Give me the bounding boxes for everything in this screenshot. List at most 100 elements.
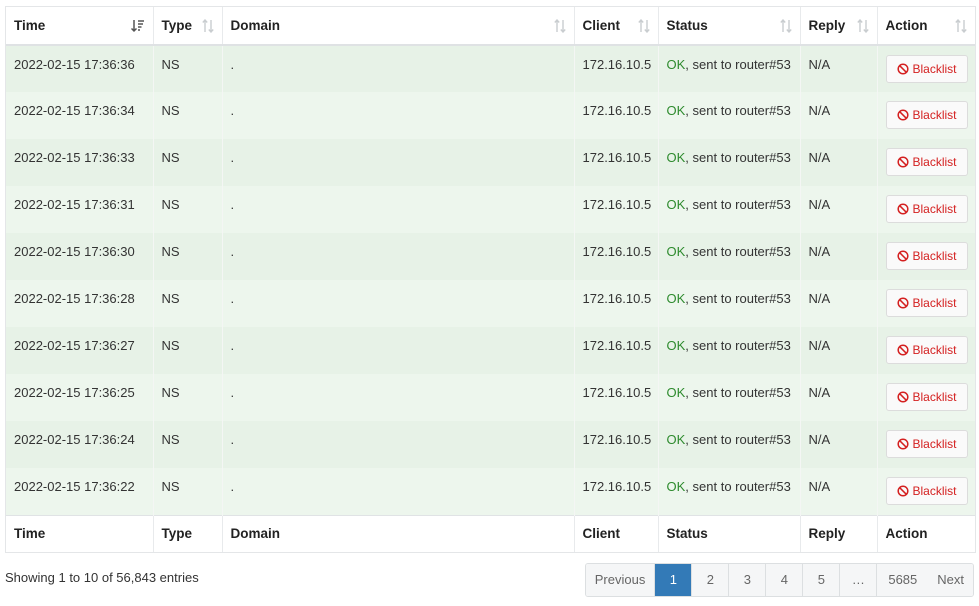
cell-client: 172.16.10.5 — [574, 374, 659, 421]
status-detail: , sent to router#53 — [685, 244, 791, 259]
pagination-page[interactable]: 3 — [729, 564, 767, 596]
blacklist-button[interactable]: Blacklist — [885, 195, 968, 223]
col-header-type[interactable]: Type — [153, 7, 223, 46]
cell-domain: . — [222, 139, 575, 186]
query-log-table: Time Type Domain Client Status Reply Act… — [6, 7, 975, 552]
blacklist-button[interactable]: Blacklist — [885, 242, 968, 270]
ban-icon — [896, 203, 909, 215]
blacklist-button[interactable]: Blacklist — [885, 430, 968, 458]
cell-reply: N/A — [800, 45, 878, 92]
col-header-reply[interactable]: Reply — [800, 7, 878, 46]
table-row: 2022-02-15 17:36:33 NS. 172.16.10.5 OK, sen… — [6, 139, 975, 186]
footer-reply: Reply — [800, 514, 878, 552]
cell-status: OK, sent to router#53 — [658, 468, 801, 515]
blacklist-button[interactable]: Blacklist — [885, 289, 968, 317]
blacklist-button[interactable]: Blacklist — [885, 336, 968, 364]
cell-client: 172.16.10.5 — [574, 233, 659, 280]
col-header-client[interactable]: Client — [574, 7, 659, 46]
status-detail: , sent to router#53 — [685, 338, 791, 353]
cell-time: 2022-02-15 17:36:22 — [6, 468, 154, 515]
pagination-previous[interactable]: Previous — [585, 564, 656, 596]
cell-reply: N/A — [800, 421, 878, 468]
status-detail: , sent to router#53 — [685, 291, 791, 306]
cell-time: 2022-02-15 17:36:30 — [6, 233, 154, 280]
cell-domain: . — [222, 421, 575, 468]
sort-desc-icon[interactable] — [130, 7, 145, 44]
cell-status: OK, sent to router#53 — [658, 327, 801, 374]
col-header-status[interactable]: Status — [658, 7, 801, 46]
ban-icon — [896, 438, 909, 450]
ban-icon — [896, 391, 909, 403]
sort-icon[interactable] — [637, 7, 650, 44]
pagination-page[interactable]: 1 — [655, 564, 693, 596]
cell-client: 172.16.10.5 — [574, 186, 659, 233]
status-ok: OK — [666, 479, 686, 494]
ban-icon — [896, 63, 909, 75]
cell-client: 172.16.10.5 — [574, 327, 659, 374]
cell-time: 2022-02-15 17:36:31 — [6, 186, 154, 233]
status-detail: , sent to router#53 — [685, 103, 791, 118]
blacklist-label: Blacklist — [912, 484, 957, 498]
footer-time: Time — [6, 514, 154, 552]
sort-icon[interactable] — [553, 7, 566, 44]
status-ok: OK — [666, 432, 686, 447]
cell-type: NS — [153, 92, 223, 139]
status-ok: OK — [666, 57, 686, 72]
query-log-table-wrapper: Time Type Domain Client Status Reply Act… — [5, 6, 976, 553]
blacklist-label: Blacklist — [912, 155, 957, 169]
cell-type: NS — [153, 233, 223, 280]
blacklist-button[interactable]: Blacklist — [885, 477, 968, 505]
cell-type: NS — [153, 139, 223, 186]
cell-action: Blacklist — [877, 45, 975, 92]
col-header-domain[interactable]: Domain — [222, 7, 575, 46]
footer-row: Time Type Domain Client Status Reply Act… — [6, 514, 975, 552]
cell-domain: . — [222, 186, 575, 233]
status-detail: , sent to router#53 — [685, 197, 791, 212]
cell-action: Blacklist — [877, 186, 975, 233]
table-row: 2022-02-15 17:36:31 NS. 172.16.10.5 OK, sen… — [6, 186, 975, 233]
status-detail: , sent to router#53 — [685, 385, 791, 400]
sort-icon[interactable] — [955, 7, 967, 44]
pagination-page[interactable]: 4 — [766, 564, 804, 596]
blacklist-label: Blacklist — [912, 249, 957, 263]
cell-domain: . — [222, 468, 575, 515]
cell-client: 172.16.10.5 — [574, 280, 659, 327]
ban-icon — [896, 250, 909, 262]
blacklist-button[interactable]: Blacklist — [885, 101, 968, 129]
footer-status: Status — [658, 514, 801, 552]
ban-icon — [896, 344, 909, 356]
cell-time: 2022-02-15 17:36:36 — [6, 45, 154, 92]
blacklist-button[interactable]: Blacklist — [885, 55, 968, 83]
cell-status: OK, sent to router#53 — [658, 139, 801, 186]
sort-icon[interactable] — [201, 7, 214, 44]
blacklist-button[interactable]: Blacklist — [885, 383, 968, 411]
pagination-page[interactable]: 5685 — [877, 564, 929, 596]
sort-icon[interactable] — [779, 7, 792, 44]
footer-type: Type — [153, 514, 223, 552]
pagination-next[interactable]: Next — [928, 564, 973, 596]
cell-time: 2022-02-15 17:36:27 — [6, 327, 154, 374]
status-ok: OK — [666, 338, 686, 353]
table-row: 2022-02-15 17:36:27 NS. 172.16.10.5 OK, sen… — [6, 327, 975, 374]
col-header-action[interactable]: Action — [877, 7, 975, 46]
cell-domain: . — [222, 374, 575, 421]
col-header-time[interactable]: Time — [6, 7, 154, 46]
blacklist-label: Blacklist — [912, 296, 957, 310]
status-ok: OK — [666, 197, 686, 212]
table-row: 2022-02-15 17:36:25 NS. 172.16.10.5 OK, sen… — [6, 374, 975, 421]
cell-type: NS — [153, 280, 223, 327]
footer-client: Client — [574, 514, 659, 552]
cell-domain: . — [222, 280, 575, 327]
sort-icon[interactable] — [856, 7, 869, 44]
cell-client: 172.16.10.5 — [574, 45, 659, 92]
blacklist-label: Blacklist — [912, 343, 957, 357]
cell-domain: . — [222, 233, 575, 280]
cell-client: 172.16.10.5 — [574, 139, 659, 186]
blacklist-button[interactable]: Blacklist — [885, 148, 968, 176]
cell-time: 2022-02-15 17:36:25 — [6, 374, 154, 421]
table-row: 2022-02-15 17:36:24 NS. 172.16.10.5 OK, sen… — [6, 421, 975, 468]
pagination-page[interactable]: 5 — [803, 564, 841, 596]
cell-type: NS — [153, 421, 223, 468]
pagination-page[interactable]: 2 — [692, 564, 730, 596]
table-body: 2022-02-15 17:36:36 NS. 172.16.10.5 OK, sen… — [6, 45, 975, 515]
